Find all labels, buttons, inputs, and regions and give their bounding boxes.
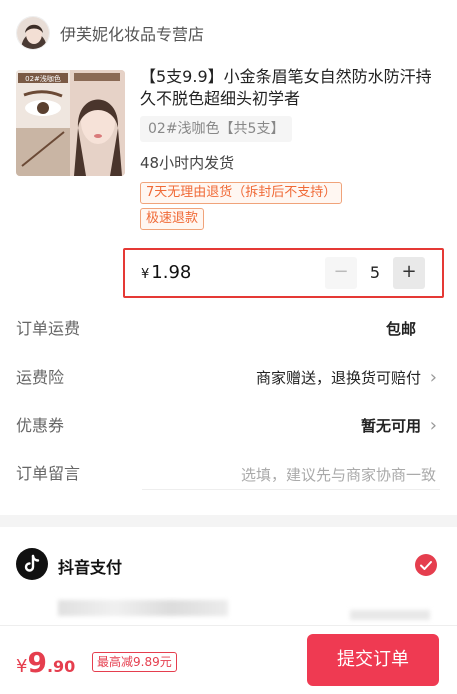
shipping-insurance-label: 运费险 bbox=[16, 368, 65, 387]
shipping-fee-label: 订单运费 bbox=[16, 319, 81, 338]
store-avatar[interactable] bbox=[16, 16, 50, 50]
svg-text:02#浅咖色: 02#浅咖色 bbox=[25, 74, 61, 83]
product-title[interactable]: 【5支9.9】小金条眉笔女自然防水防汗持久不脱色超细头初学者 bbox=[140, 66, 440, 110]
shipping-fee-value: 包邮 bbox=[385, 320, 416, 338]
total-price: ¥9.90 bbox=[16, 646, 75, 679]
quantity-increase-button[interactable]: + bbox=[393, 257, 425, 289]
checkout-bar: ¥9.90 最高减9.89元 提交订单 bbox=[0, 625, 457, 694]
shipping-time: 48小时内发货 bbox=[140, 154, 235, 172]
product-variant[interactable]: 02#浅咖色【共5支】 bbox=[140, 116, 293, 142]
store-header[interactable]: 伊芙妮化妆品专营店 bbox=[16, 16, 204, 50]
unit-price: ¥1.98 bbox=[141, 262, 191, 283]
price-value: 1.98 bbox=[151, 262, 192, 283]
submit-order-button[interactable]: 提交订单 bbox=[307, 634, 439, 686]
quantity-decrease-button[interactable]: − bbox=[325, 257, 357, 289]
payment-method-label: 抖音支付 bbox=[58, 558, 123, 577]
price-currency: ¥ bbox=[141, 267, 150, 282]
total-integer: 9 bbox=[27, 646, 47, 679]
total-currency: ¥ bbox=[16, 656, 28, 677]
douyin-logo-icon bbox=[16, 548, 48, 580]
store-name[interactable]: 伊芙妮化妆品专营店 bbox=[60, 21, 204, 45]
payment-method-douyin[interactable]: 抖音支付 bbox=[16, 548, 441, 582]
coupon-row[interactable]: 优惠券 暂无可用 › bbox=[16, 414, 441, 438]
fast-refund-tag: 极速退款 bbox=[140, 208, 205, 230]
product-thumbnail[interactable]: 02#浅咖色 bbox=[16, 70, 125, 176]
chevron-right-icon[interactable]: › bbox=[430, 416, 437, 436]
chevron-right-icon[interactable]: › bbox=[430, 368, 437, 388]
order-remark-input[interactable] bbox=[142, 460, 440, 490]
blurred-payment-note bbox=[350, 610, 430, 620]
return-policy-tag: 7天无理由退货（拆封后不支持） bbox=[140, 182, 343, 204]
selected-check-icon[interactable] bbox=[415, 554, 437, 576]
shipping-insurance-value: 商家赠送，退换货可赔付 bbox=[255, 369, 421, 387]
discount-badge: 最高减9.89元 bbox=[92, 652, 177, 672]
section-divider bbox=[0, 515, 457, 527]
shipping-insurance-row[interactable]: 运费险 商家赠送，退换货可赔付 › bbox=[16, 366, 441, 390]
coupon-label: 优惠券 bbox=[16, 416, 65, 435]
price-quantity-box: ¥1.98 − 5 + bbox=[123, 248, 444, 298]
coupon-value: 暂无可用 bbox=[360, 417, 421, 435]
shipping-fee-row: 订单运费 包邮 bbox=[16, 317, 441, 341]
blurred-payment-option bbox=[58, 600, 228, 616]
total-decimal: .90 bbox=[46, 657, 76, 676]
quantity-value[interactable]: 5 bbox=[357, 257, 393, 289]
order-remark-label: 订单留言 bbox=[16, 464, 81, 483]
